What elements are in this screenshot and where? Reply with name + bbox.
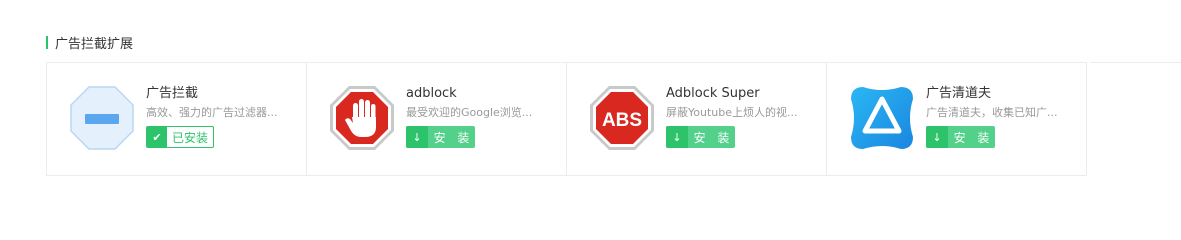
abs-octagon-icon: ABS	[589, 85, 655, 151]
button-label: 安 装	[693, 130, 734, 145]
installed-button[interactable]: ✔ 已安装	[146, 126, 215, 148]
extension-card[interactable]: 广告清道夫 广告清道夫，收集已知广... ↓ 安 装	[827, 63, 1087, 175]
extension-description: 广告清道夫，收集已知广...	[926, 106, 1058, 119]
svg-text:ABS: ABS	[602, 110, 642, 131]
button-label: 已安装	[172, 130, 209, 145]
extension-card[interactable]: ABS Adblock Super 屏蔽Youtube上烦人的视... ↓ 安 …	[567, 63, 827, 175]
extension-description: 高效、强力的广告过滤器...	[146, 106, 278, 119]
section-accent-bar	[46, 35, 48, 49]
extension-card[interactable]: 广告拦截 高效、强力的广告过滤器... ✔ 已安装	[47, 63, 307, 175]
section-title: 广告拦截扩展	[55, 36, 134, 52]
install-button[interactable]: ↓ 安 装	[926, 126, 995, 148]
check-icon: ✔	[147, 127, 167, 147]
install-button[interactable]: ↓ 安 装	[406, 126, 475, 148]
extension-name: 广告清道夫	[926, 86, 992, 101]
triangle-logo-icon	[849, 85, 915, 151]
extension-name: 广告拦截	[146, 86, 199, 101]
extension-name: Adblock Super	[666, 86, 760, 101]
button-label: 安 装	[953, 130, 994, 145]
extension-card[interactable]: adblock 最受欢迎的Google浏览... ↓ 安 装	[307, 63, 567, 175]
extension-list: 广告拦截 高效、强力的广告过滤器... ✔ 已安装 adblock 最受欢迎的G…	[46, 62, 1087, 176]
extension-description: 最受欢迎的Google浏览...	[406, 106, 533, 119]
download-arrow-icon: ↓	[406, 126, 428, 148]
row-divider	[1090, 62, 1181, 63]
extension-name: adblock	[406, 86, 457, 101]
section-header: 广告拦截扩展	[46, 34, 134, 52]
download-arrow-icon: ↓	[926, 126, 948, 148]
extension-description: 屏蔽Youtube上烦人的视...	[666, 106, 798, 119]
octagon-minus-icon	[69, 85, 135, 151]
stop-hand-icon	[329, 85, 395, 151]
install-button[interactable]: ↓ 安 装	[666, 126, 735, 148]
download-arrow-icon: ↓	[666, 126, 688, 148]
button-label: 安 装	[433, 130, 474, 145]
